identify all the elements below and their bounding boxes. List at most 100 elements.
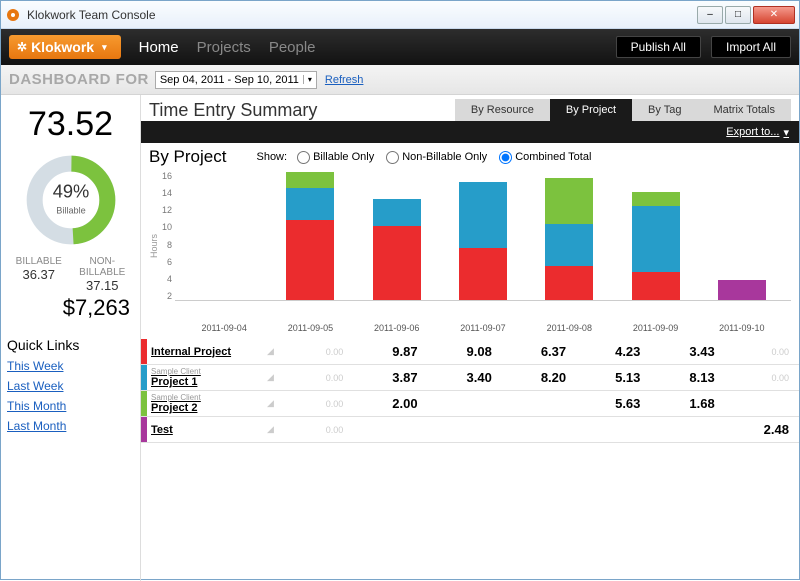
- table-cell: [502, 428, 576, 432]
- table-cell: 2.00: [353, 394, 427, 413]
- table-cell: [725, 402, 799, 406]
- bar-segment: [632, 272, 680, 300]
- show-option[interactable]: Billable Only: [297, 151, 374, 164]
- table-row: Internal Project◢0.009.879.086.374.233.4…: [141, 339, 799, 365]
- bar-segment: [545, 224, 593, 266]
- window-titlebar: Klokwork Team Console – □ ✕: [1, 1, 799, 29]
- bar-segment: [632, 192, 680, 206]
- table-cell: [502, 402, 576, 406]
- table-cell: 9.08: [428, 342, 502, 361]
- table-cell: 8.13: [650, 368, 724, 387]
- quick-link[interactable]: This Month: [7, 399, 134, 413]
- import-all-button[interactable]: Import All: [711, 36, 791, 58]
- bar-segment: [459, 248, 507, 300]
- table-cell: 0.00: [279, 345, 353, 359]
- donut-label: Billable: [56, 206, 85, 216]
- nav-item-people[interactable]: People: [269, 39, 316, 56]
- bar-column: [459, 182, 507, 300]
- bar-segment: [286, 220, 334, 300]
- quick-link[interactable]: Last Month: [7, 419, 134, 433]
- bar-segment: [373, 226, 421, 300]
- quick-links-title: Quick Links: [7, 337, 134, 353]
- billable-donut: 49% Billable: [23, 152, 119, 248]
- show-label: Show:: [256, 151, 287, 163]
- table-row: Sample ClientProject 1◢0.003.873.408.205…: [141, 365, 799, 391]
- project-name[interactable]: Internal Project: [147, 344, 267, 360]
- bar-segment: [632, 206, 680, 272]
- close-button[interactable]: ✕: [753, 6, 795, 24]
- bar-column: [545, 178, 593, 300]
- bar-column: [373, 199, 421, 300]
- bar-segment: [545, 178, 593, 224]
- dashboard-label: DASHBOARD FOR: [9, 71, 149, 88]
- table-cell: 5.63: [576, 394, 650, 413]
- project-name[interactable]: Sample ClientProject 2: [147, 391, 267, 416]
- maximize-button[interactable]: □: [725, 6, 751, 24]
- date-range-picker[interactable]: Sep 04, 2011 - Sep 10, 2011 ▾: [155, 71, 317, 89]
- refresh-link[interactable]: Refresh: [325, 74, 364, 86]
- bar-column: [286, 172, 334, 300]
- table-cell: 2.48: [725, 420, 799, 439]
- project-name[interactable]: Test: [147, 422, 267, 438]
- quick-link[interactable]: This Week: [7, 359, 134, 373]
- tab-by-resource[interactable]: By Resource: [455, 99, 550, 121]
- app-icon: [5, 7, 21, 23]
- sidebar: 73.52 49% Billable BILLABLE36.37 NON-BIL…: [1, 95, 141, 581]
- expand-icon[interactable]: ◢: [267, 372, 279, 383]
- caret-down-icon: ▾: [783, 126, 789, 139]
- table-row: Sample ClientProject 2◢0.002.00 5.631.68: [141, 391, 799, 417]
- expand-icon[interactable]: ◢: [267, 398, 279, 409]
- revenue: $7,263: [7, 295, 134, 321]
- bar-segment: [718, 280, 766, 300]
- tab-by-project[interactable]: By Project: [550, 99, 632, 121]
- quick-link[interactable]: Last Week: [7, 379, 134, 393]
- table-cell: 0.00: [279, 423, 353, 437]
- show-option[interactable]: Non-Billable Only: [386, 151, 487, 164]
- nonbillable-caption: NON-BILLABLE: [71, 256, 135, 278]
- nav-item-projects[interactable]: Projects: [197, 39, 251, 56]
- publish-all-button[interactable]: Publish All: [616, 36, 701, 58]
- chart-plot: [175, 171, 791, 301]
- table-cell: 1.68: [650, 394, 724, 413]
- billable-hours: 36.37: [7, 267, 71, 282]
- bar-segment: [286, 172, 334, 188]
- y-axis-label: Hours: [149, 234, 159, 258]
- table-cell: 4.23: [576, 342, 650, 361]
- window-title: Klokwork Team Console: [27, 8, 697, 22]
- dashboard-bar: DASHBOARD FOR Sep 04, 2011 - Sep 10, 201…: [1, 65, 799, 95]
- minimize-button[interactable]: –: [697, 6, 723, 24]
- tab-matrix-totals[interactable]: Matrix Totals: [697, 99, 791, 121]
- table-cell: 3.43: [650, 342, 724, 361]
- bar-segment: [459, 182, 507, 249]
- main-nav: ✲ Klokwork ▾ Home Projects People Publish …: [1, 29, 799, 65]
- dropdown-icon: ▾: [303, 75, 312, 84]
- total-hours: 73.52: [7, 105, 134, 144]
- table-cell: [428, 428, 502, 432]
- bar-segment: [373, 199, 421, 227]
- show-option[interactable]: Combined Total: [499, 151, 591, 164]
- bar-segment: [286, 188, 334, 219]
- bar-segment: [545, 266, 593, 300]
- brand-name: Klokwork: [31, 39, 94, 55]
- nonbillable-hours: 37.15: [71, 278, 135, 293]
- tab-by-tag[interactable]: By Tag: [632, 99, 697, 121]
- brand-menu[interactable]: ✲ Klokwork ▾: [9, 35, 121, 59]
- table-cell: 0.00: [725, 371, 799, 385]
- project-name[interactable]: Sample ClientProject 1: [147, 365, 267, 390]
- donut-pct: 49%: [52, 181, 89, 202]
- data-table: Internal Project◢0.009.879.086.374.233.4…: [141, 339, 799, 443]
- gear-icon: ✲: [17, 40, 27, 54]
- billable-caption: BILLABLE: [7, 256, 71, 267]
- table-cell: 6.37: [502, 342, 576, 361]
- expand-icon[interactable]: ◢: [267, 346, 279, 357]
- table-cell: 0.00: [279, 371, 353, 385]
- bar-column: [632, 192, 680, 300]
- date-range-text: Sep 04, 2011 - Sep 10, 2011: [160, 74, 299, 86]
- export-link[interactable]: Export to...: [726, 126, 779, 138]
- chart-title: By Project: [149, 147, 226, 167]
- table-cell: 8.20: [502, 368, 576, 387]
- expand-icon[interactable]: ◢: [267, 424, 279, 435]
- table-cell: [576, 428, 650, 432]
- nav-item-home[interactable]: Home: [139, 39, 179, 56]
- table-cell: 0.00: [279, 397, 353, 411]
